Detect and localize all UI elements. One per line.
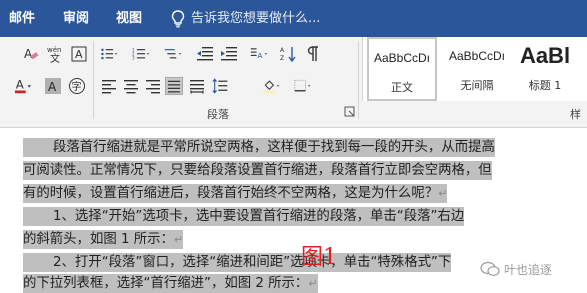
clear-formatting-icon[interactable]: A [22, 45, 40, 63]
distributed-icon[interactable] [188, 77, 206, 95]
enclosed-character-icon[interactable]: 字 [68, 77, 86, 95]
tab-review[interactable]: 审阅 [63, 0, 89, 37]
styles-group-label: 样 [570, 108, 581, 121]
styles-gallery: AaBbCcDı 正文 AaBbCcDı 无间隔 AaBl 标题 1 [362, 37, 587, 101]
style-heading-1[interactable]: AaBl 标题 1 [515, 37, 575, 101]
justify-icon[interactable] [165, 77, 183, 95]
svg-text:wén: wén [47, 46, 61, 54]
watermark-text: 叶也追逐 [504, 262, 553, 277]
svg-text:A: A [24, 47, 33, 61]
character-shading-icon[interactable]: A [44, 77, 62, 95]
svg-text:Z: Z [280, 55, 284, 62]
document-line: 的斜箭头，如图 1 所示：↵ [23, 230, 184, 249]
tell-me-placeholder: 告诉我您想要做什么... [191, 11, 321, 26]
svg-text:3: 3 [132, 56, 135, 61]
document-line: 的下拉列表框，选择“首行缩进”，如图 2 所示：↵ [23, 274, 318, 293]
watermark: 叶也追逐 [480, 258, 552, 280]
svg-text:A: A [280, 47, 285, 54]
character-border-icon[interactable]: A [70, 45, 88, 63]
align-left-icon[interactable] [100, 77, 118, 95]
style-sample: AaBbCcDı [448, 49, 506, 63]
bullets-icon[interactable] [100, 45, 118, 63]
style-name: 无间隔 [460, 79, 494, 92]
paragraph-mark: ↵ [438, 187, 448, 200]
document-line: 可阅读性。正常情况下，只要给段落设置首行缩进，段落首行立即会空两格，但 [23, 161, 492, 180]
tab-view[interactable]: 视图 [116, 0, 142, 37]
svg-text:A: A [75, 48, 83, 61]
svg-text:字: 字 [72, 80, 82, 93]
numbering-icon[interactable]: 123 [132, 45, 150, 63]
paragraph-mark: ↵ [308, 277, 318, 290]
style-normal[interactable]: AaBbCcDı 正文 [367, 37, 437, 101]
document-line: 段落首行缩进就是平常所说空两格，这样便于找到每一段的开头，从而提高 [23, 138, 495, 157]
paragraph-group-label: 段落 [207, 108, 229, 121]
style-name: 标题 1 [528, 79, 562, 92]
sort-icon[interactable]: AZ [280, 45, 298, 63]
svg-text:A: A [48, 80, 57, 94]
svg-text:文: 文 [50, 52, 60, 63]
chinese-layout-icon[interactable]: A [250, 45, 268, 63]
decrease-indent-icon[interactable] [196, 45, 214, 63]
ribbon-tab-bar: 邮件 审阅 视图 告诉我您想要做什么... [0, 0, 587, 37]
paragraph-mark: ↵ [173, 233, 184, 246]
increase-indent-icon[interactable] [220, 45, 238, 63]
document-line: 有的时候，设置首行缩进后，段落首行始终不空两格，这是为什么呢？↵ [23, 184, 448, 203]
document-line: 2、打开“段落”窗口，选择“缩进和间距”选项卡，单击“特殊格式”下 [23, 253, 452, 272]
lightbulb-icon [171, 10, 185, 28]
line-spacing-icon[interactable] [212, 77, 230, 95]
align-center-icon[interactable] [122, 77, 140, 95]
style-sample: AaBl [519, 43, 571, 68]
style-sample: AaBbCcDı [373, 51, 431, 65]
show-hide-marks-icon[interactable] [303, 45, 321, 63]
svg-text:A: A [16, 78, 24, 92]
borders-icon[interactable] [294, 77, 312, 95]
document-line: 1、选择“开始”选项卡，选中要设置首行缩进的段落，单击“段落”右边 [23, 207, 465, 226]
wechat-logo-icon [480, 261, 500, 276]
align-right-icon[interactable] [144, 77, 162, 95]
multilevel-list-icon[interactable] [164, 45, 182, 63]
ribbon: A wén 文 A A A 字 123 A AZ 段落 AaBbCcDı 正文 … [0, 37, 587, 128]
svg-text:A: A [257, 51, 262, 60]
figure-annotation: 图1 [301, 245, 337, 270]
phonetic-guide-icon[interactable]: wén 文 [46, 45, 64, 63]
group-separator [93, 41, 94, 119]
shading-bucket-icon[interactable] [262, 77, 280, 95]
paragraph-dialog-launcher-icon[interactable] [341, 103, 359, 121]
font-color-icon[interactable]: A [14, 77, 32, 95]
group-separator [358, 41, 359, 119]
style-name: 正文 [391, 81, 413, 94]
tab-mailings[interactable]: 邮件 [9, 0, 35, 37]
style-no-spacing[interactable]: AaBbCcDı 无间隔 [441, 37, 513, 101]
